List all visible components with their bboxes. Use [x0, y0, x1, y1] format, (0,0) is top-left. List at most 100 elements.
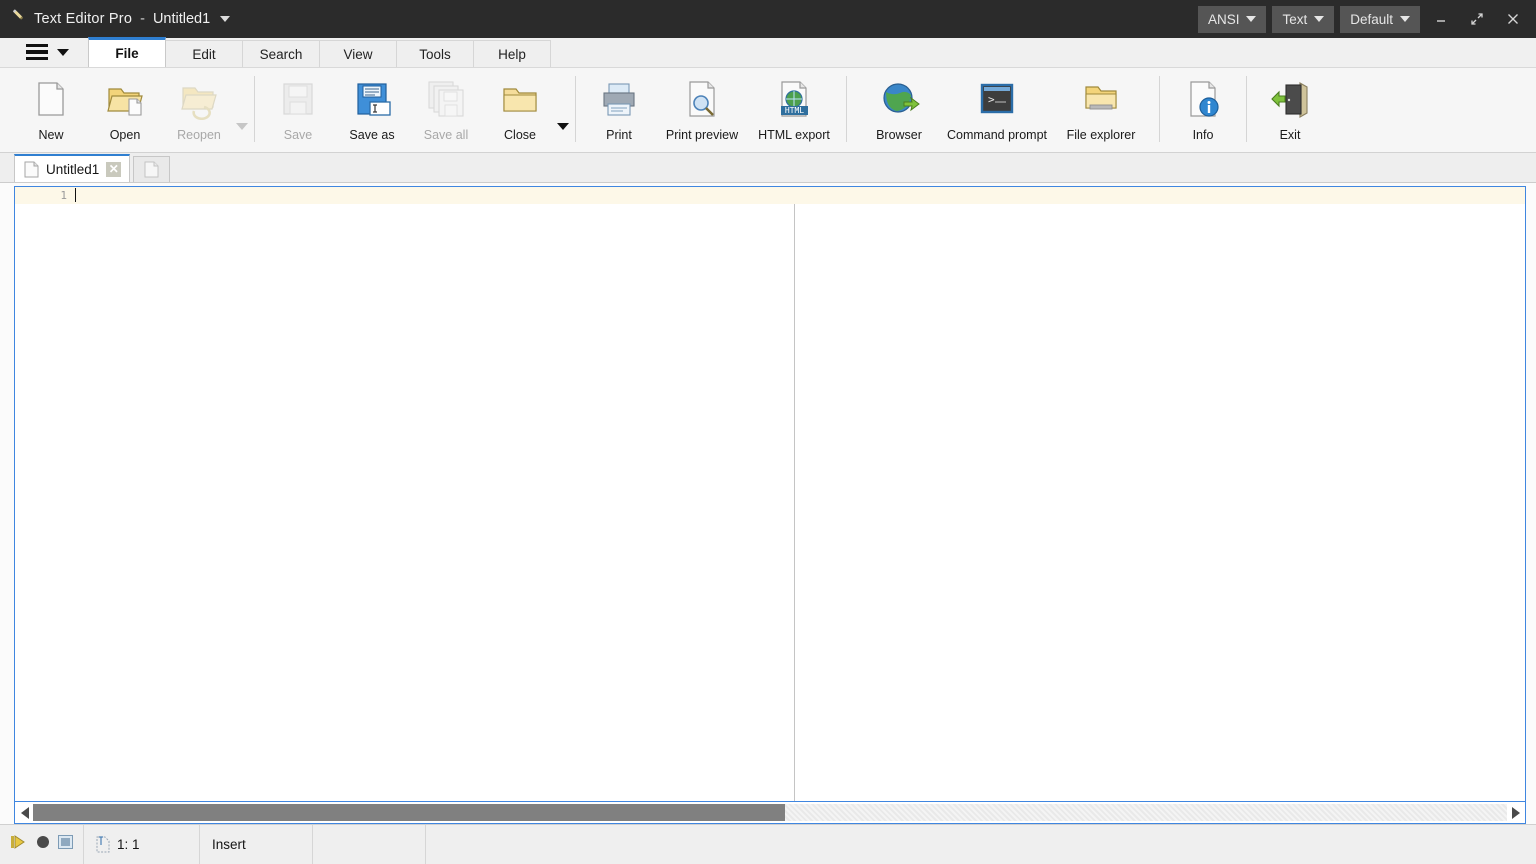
save-as-button[interactable]: Save as — [335, 72, 409, 150]
exit-button-label: Exit — [1279, 128, 1301, 142]
save-all-button-label: Save all — [423, 128, 469, 142]
panel-icon[interactable] — [58, 835, 73, 854]
title-document-name: Untitled1 — [152, 11, 211, 27]
open-folder-icon — [104, 78, 146, 120]
info-document-icon — [1182, 78, 1224, 120]
cursor-position-value: 1: 1 — [117, 837, 140, 852]
title-bar-left: Text Editor Pro - Untitled1 — [0, 11, 231, 27]
print-preview-button[interactable]: Print preview — [656, 72, 748, 150]
reopen-folder-icon — [178, 78, 220, 120]
save-button-label: Save — [283, 128, 313, 142]
tab-search-label: Search — [259, 46, 303, 62]
document-tab-bar: Untitled1 ✕ — [0, 153, 1536, 183]
file-explorer-icon — [1080, 78, 1122, 120]
print-preview-icon — [681, 78, 723, 120]
chevron-down-icon — [1246, 16, 1257, 22]
save-button[interactable]: Save — [261, 72, 335, 150]
hamburger-icon — [26, 43, 48, 61]
document-tab-label: Untitled1 — [46, 161, 100, 177]
editor-area: 1 — [0, 183, 1536, 824]
chevron-down-icon[interactable] — [220, 16, 231, 22]
info-button[interactable]: Info — [1166, 72, 1240, 150]
title-bar: Text Editor Pro - Untitled1 ANSI Text De… — [0, 0, 1536, 38]
page-icon — [144, 161, 159, 178]
save-as-button-label: Save as — [349, 128, 395, 142]
scrollbar-track[interactable] — [33, 804, 1507, 821]
text-caret — [75, 188, 76, 202]
terminal-icon: > — [976, 78, 1018, 120]
status-cursor-position: 1: 1 — [83, 824, 199, 864]
ribbon-separator — [846, 76, 847, 142]
svg-text:>: > — [988, 93, 995, 106]
horizontal-scrollbar[interactable] — [14, 802, 1526, 824]
browser-button-label: Browser — [876, 128, 922, 142]
title-bar-right: ANSI Text Default — [1197, 0, 1536, 38]
tab-file-label: File — [115, 46, 139, 61]
main-menu-button[interactable] — [26, 37, 69, 67]
arrow-left-icon[interactable] — [17, 804, 33, 822]
floppy-disk-rename-icon — [351, 78, 393, 120]
print-button[interactable]: Print — [582, 72, 656, 150]
html-export-button-label: HTML export — [758, 128, 830, 142]
tab-tools[interactable]: Tools — [396, 40, 474, 67]
insert-mode-value: Insert — [212, 837, 246, 852]
tab-file[interactable]: File — [88, 37, 166, 67]
arrow-right-icon[interactable] — [1507, 804, 1523, 822]
tab-tools-label: Tools — [419, 46, 451, 62]
record-icon[interactable] — [36, 835, 50, 854]
play-icon[interactable] — [10, 834, 28, 855]
scrollbar-thumb[interactable] — [33, 804, 785, 821]
tab-help[interactable]: Help — [473, 40, 551, 67]
close-document-button-label: Close — [504, 128, 536, 142]
tab-view-label: View — [343, 46, 373, 62]
command-prompt-button[interactable]: > Command prompt — [945, 72, 1049, 150]
filetype-dropdown[interactable]: Text — [1272, 5, 1335, 33]
reopen-group: Reopen — [162, 72, 248, 150]
minimize-button[interactable] — [1426, 0, 1456, 38]
browser-button[interactable]: Browser — [853, 72, 945, 150]
status-insert-mode[interactable]: Insert — [199, 824, 312, 864]
maximize-button[interactable] — [1462, 0, 1492, 38]
close-document-button[interactable]: Close — [483, 72, 557, 150]
command-prompt-button-label: Command prompt — [946, 128, 1048, 142]
ribbon-separator — [1159, 76, 1160, 142]
reopen-button[interactable]: Reopen — [162, 72, 236, 150]
close-dropdown-chevron-down-icon[interactable] — [557, 122, 569, 130]
right-margin-guide — [794, 187, 795, 801]
tab-search[interactable]: Search — [242, 40, 320, 67]
new-document-tab-button[interactable] — [133, 156, 171, 182]
svg-text:HTML: HTML — [785, 106, 804, 115]
open-button-label: Open — [109, 128, 141, 142]
editor-line-1[interactable]: 1 — [15, 187, 1525, 204]
close-group: Close — [483, 72, 569, 150]
new-button[interactable]: New — [14, 72, 88, 150]
tab-edit[interactable]: Edit — [165, 40, 243, 67]
status-icon-group — [0, 834, 83, 855]
theme-dropdown[interactable]: Default — [1340, 5, 1420, 33]
reopen-dropdown-chevron-down-icon[interactable] — [236, 122, 248, 130]
html-export-icon: HTML — [773, 78, 815, 120]
page-icon — [24, 161, 39, 177]
line-number: 1 — [60, 189, 67, 202]
new-button-label: New — [38, 128, 64, 142]
tab-view[interactable]: View — [319, 40, 397, 67]
ribbon-separator — [1246, 76, 1247, 142]
html-export-button[interactable]: HTML HTML export — [748, 72, 840, 150]
close-button[interactable] — [1498, 0, 1528, 38]
print-preview-button-label: Print preview — [665, 128, 739, 142]
tab-edit-label: Edit — [192, 46, 216, 62]
text-editor[interactable]: 1 — [14, 186, 1526, 802]
document-tab-close-icon[interactable]: ✕ — [106, 161, 122, 177]
print-button-label: Print — [606, 128, 632, 142]
floppy-disk-icon — [277, 78, 319, 120]
save-all-button[interactable]: Save all — [409, 72, 483, 150]
file-explorer-button[interactable]: File explorer — [1049, 72, 1153, 150]
status-cell-4 — [312, 824, 425, 864]
encoding-dropdown[interactable]: ANSI — [1197, 5, 1267, 33]
exit-button[interactable]: Exit — [1253, 72, 1327, 150]
encoding-label: ANSI — [1207, 11, 1240, 27]
reopen-button-label: Reopen — [177, 128, 221, 142]
open-button[interactable]: Open — [88, 72, 162, 150]
chevron-down-icon[interactable] — [57, 48, 69, 56]
document-tab-untitled1[interactable]: Untitled1 ✕ — [14, 154, 131, 182]
